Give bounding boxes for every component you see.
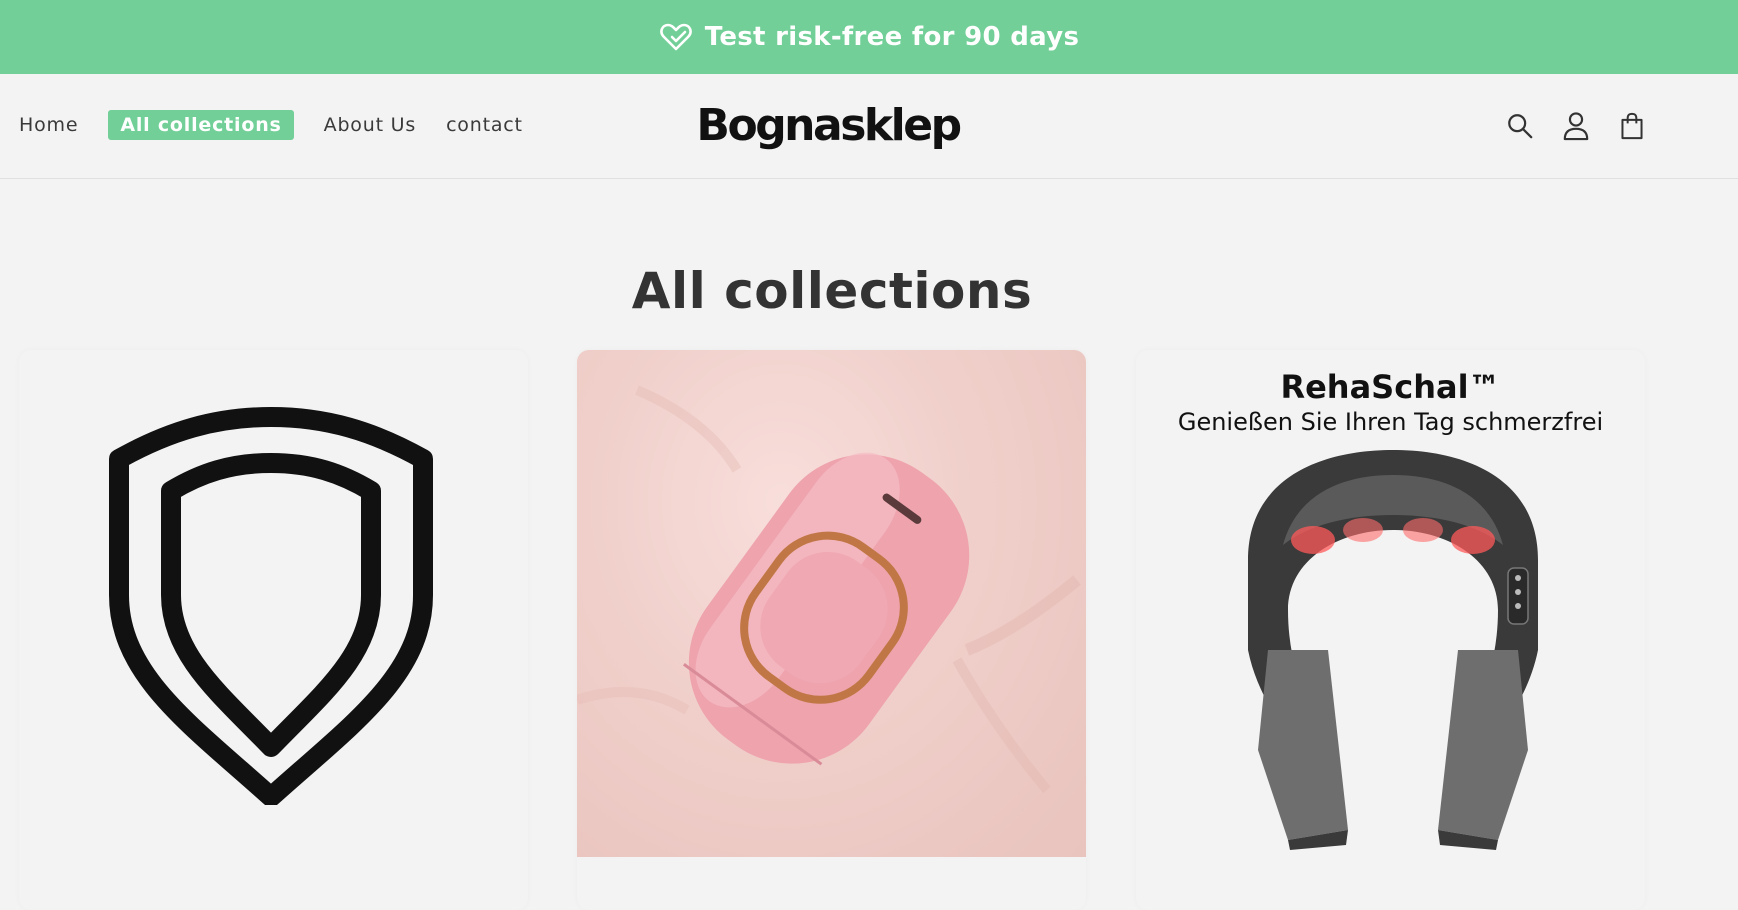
collection-card[interactable]: RehaSchal™ Genießen Sie Ihren Tag schmer… xyxy=(1136,350,1645,910)
announcement-text: Test risk-free for 90 days xyxy=(704,22,1080,52)
neck-massager-photo xyxy=(1228,450,1558,850)
collection-title: RehaSchal™ xyxy=(1280,368,1501,406)
nav-about-us[interactable]: About Us xyxy=(324,110,416,140)
announcement-bar: Test risk-free for 90 days xyxy=(0,0,1738,74)
nav-all-collections[interactable]: All collections xyxy=(108,110,294,140)
page-title: All collections xyxy=(631,262,1033,320)
site-header: Home All collections About Us contact Bo… xyxy=(0,74,1738,179)
collection-card[interactable] xyxy=(577,350,1086,910)
site-logo[interactable]: Bognasklep xyxy=(696,94,962,156)
main-nav: Home All collections About Us contact xyxy=(19,110,553,140)
search-icon[interactable] xyxy=(1505,110,1535,142)
collection-card[interactable] xyxy=(19,350,528,910)
pink-ipl-device-photo xyxy=(577,350,1086,857)
heart-check-icon xyxy=(659,22,693,52)
collection-subtitle: Genießen Sie Ihren Tag schmerzfrei xyxy=(1177,408,1604,436)
nav-contact[interactable]: contact xyxy=(446,110,523,140)
account-icon[interactable] xyxy=(1561,110,1591,142)
nav-home[interactable]: Home xyxy=(19,110,78,140)
cart-icon[interactable] xyxy=(1617,110,1647,142)
shield-icon xyxy=(101,405,441,807)
header-icons xyxy=(1505,110,1647,142)
